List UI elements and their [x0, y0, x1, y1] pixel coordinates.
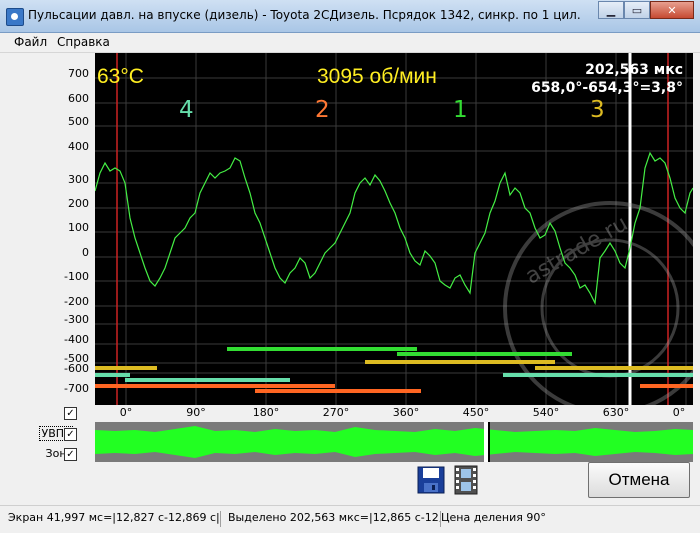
checkbox-row: УВПр ✓ — [0, 426, 95, 442]
checkbox-1[interactable]: ✓ — [64, 407, 77, 420]
y-tick: -100 — [64, 270, 89, 283]
cylinder-label: 1 — [453, 97, 468, 123]
status-screen: Экран 41,997 мс=|12,827 с-12,869 с| — [8, 511, 221, 527]
x-axis: 0° 90° 180° 270° 360° 450° 540° 630° 0° — [95, 405, 693, 421]
x-tick: 630° — [602, 406, 630, 419]
app-icon — [6, 8, 24, 26]
save-icon — [417, 466, 445, 494]
x-tick: 180° — [252, 406, 280, 419]
x-tick: 540° — [532, 406, 560, 419]
x-tick: 270° — [322, 406, 350, 419]
save-button[interactable] — [417, 465, 445, 495]
y-tick: 300 — [68, 173, 89, 186]
time-readout: 202,563 мкс — [585, 62, 683, 78]
close-icon[interactable]: ✕ — [650, 1, 694, 19]
y-tick: 700 — [68, 67, 89, 80]
film-button[interactable] — [452, 465, 480, 495]
y-tick: 600 — [68, 92, 89, 105]
checkbox-zones[interactable]: ✓ — [64, 448, 77, 461]
menu-file[interactable]: Файл — [14, 35, 47, 49]
status-division: Цена деления 90° — [441, 511, 546, 524]
x-tick: 450° — [462, 406, 490, 419]
y-tick: 400 — [68, 140, 89, 153]
cylinder-label: 2 — [315, 97, 330, 123]
x-tick: 0° — [672, 406, 686, 419]
film-icon — [454, 465, 478, 495]
minimize-icon[interactable]: ▁ — [598, 1, 624, 19]
y-tick: 100 — [68, 221, 89, 234]
window-title: Пульсации давл. на впуске (дизель) - Toy… — [28, 8, 581, 22]
checkbox-row: Зонь ✓ — [0, 446, 95, 462]
x-tick: 360° — [392, 406, 420, 419]
y-tick: -400 — [64, 333, 89, 346]
y-axis: 700 600 500 400 300 200 100 0 -100 -200 … — [0, 53, 95, 405]
phase-bars — [95, 347, 693, 393]
angle-readout: 658,0°-654,3°=3,8° — [531, 80, 683, 96]
y-tick: 200 — [68, 197, 89, 210]
rpm-readout: 3095 об/мин — [317, 65, 437, 88]
y-tick: 0 — [82, 246, 89, 259]
overview-envelope — [95, 426, 693, 458]
x-tick: 90° — [186, 406, 206, 419]
temperature-readout: 63°C — [97, 65, 144, 88]
oscillogram-plot[interactable]: astrade.ru 63°C 3095 об/мин 202,563 мкс … — [95, 53, 693, 405]
menu-help[interactable]: Справка — [57, 35, 110, 49]
cylinder-label: 3 — [590, 97, 605, 123]
overview-svg — [95, 422, 693, 462]
y-tick: 500 — [68, 115, 89, 128]
y-tick: -700 — [64, 382, 89, 395]
y-tick: -300 — [64, 313, 89, 326]
cancel-button[interactable]: Отмена — [588, 462, 690, 498]
overview-cursor[interactable] — [484, 422, 488, 462]
y-tick: -600 — [64, 362, 89, 375]
overview-strip[interactable] — [95, 422, 693, 462]
overview-cursor-shadow — [488, 422, 490, 462]
checkbox-uvpr[interactable]: ✓ — [64, 428, 77, 441]
window-controls: ▁ ▭ ✕ — [598, 1, 694, 19]
x-tick: 0° — [119, 406, 133, 419]
status-selected: Выделено 202,563 мкс=|12,865 с-12,865 с — [228, 511, 441, 527]
y-tick: -200 — [64, 295, 89, 308]
cylinder-label: 4 — [179, 97, 194, 123]
checkbox-row: ' ✓ — [0, 405, 95, 421]
menu-bar: Файл Справка — [0, 33, 700, 53]
title-bar: Пульсации давл. на впуске (дизель) - Toy… — [0, 0, 700, 33]
status-bar: Экран 41,997 мс=|12,827 с-12,869 с| Выде… — [0, 505, 700, 533]
maximize-icon[interactable]: ▭ — [624, 1, 650, 19]
